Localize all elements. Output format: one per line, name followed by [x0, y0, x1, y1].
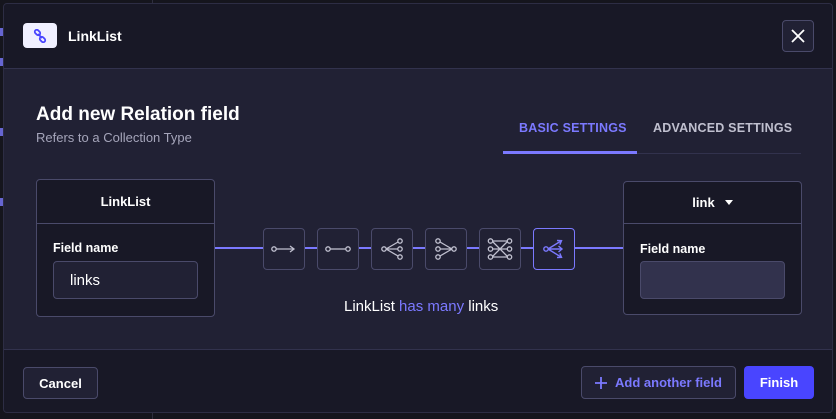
finish-button[interactable]: Finish — [744, 366, 814, 399]
tab-advanced-settings[interactable]: ADVANCED SETTINGS — [653, 121, 792, 135]
cancel-button[interactable]: Cancel — [23, 367, 98, 399]
relation-target-name: links — [468, 298, 499, 315]
link-icon — [23, 23, 57, 48]
relation-type-label: has many — [399, 298, 465, 315]
add-another-field-label: Add another field — [615, 375, 722, 390]
many-way-icon — [543, 239, 564, 259]
plus-icon — [595, 376, 608, 389]
one-to-one-icon — [325, 246, 351, 252]
one-to-many-icon — [381, 238, 403, 260]
target-collection-card: link Field name — [623, 181, 802, 315]
target-field-name-input[interactable] — [640, 261, 785, 299]
relation-many-to-one-button[interactable] — [425, 228, 467, 270]
relation-one-to-one-button[interactable] — [317, 228, 359, 270]
target-field-name-label: Field name — [640, 242, 706, 256]
close-button[interactable] — [782, 20, 814, 52]
target-collection-dropdown[interactable]: link — [624, 182, 801, 224]
tab-basic-settings[interactable]: BASIC SETTINGS — [519, 121, 627, 135]
add-another-field-button[interactable]: Add another field — [581, 366, 736, 399]
source-field-name-input[interactable] — [53, 261, 198, 299]
relation-source-name: LinkList — [344, 298, 395, 315]
source-field-name-label: Field name — [53, 241, 119, 255]
many-to-one-icon — [435, 238, 457, 260]
modal-title: LinkList — [68, 28, 122, 44]
source-collection-card: LinkList Field name — [36, 179, 215, 317]
source-collection-title: LinkList — [37, 180, 214, 224]
close-icon — [791, 29, 805, 43]
relation-description: LinkList has many links — [344, 298, 498, 315]
relation-modal: LinkList Add new Relation field Refers t… — [3, 3, 833, 413]
modal-header: LinkList — [4, 4, 832, 69]
target-collection-title: link — [692, 195, 715, 210]
page-subtitle: Refers to a Collection Type — [36, 130, 192, 145]
active-tab-indicator — [503, 151, 637, 154]
relation-many-way-button[interactable] — [533, 228, 575, 270]
relation-one-to-many-button[interactable] — [371, 228, 413, 270]
relation-one-way-button[interactable] — [263, 228, 305, 270]
modal-footer: Cancel Add another field Finish — [4, 349, 832, 412]
many-to-many-icon — [487, 238, 513, 260]
one-way-icon — [271, 245, 296, 253]
page-title: Add new Relation field — [36, 104, 240, 125]
caret-down-icon — [724, 200, 733, 205]
relation-many-to-many-button[interactable] — [479, 228, 521, 270]
